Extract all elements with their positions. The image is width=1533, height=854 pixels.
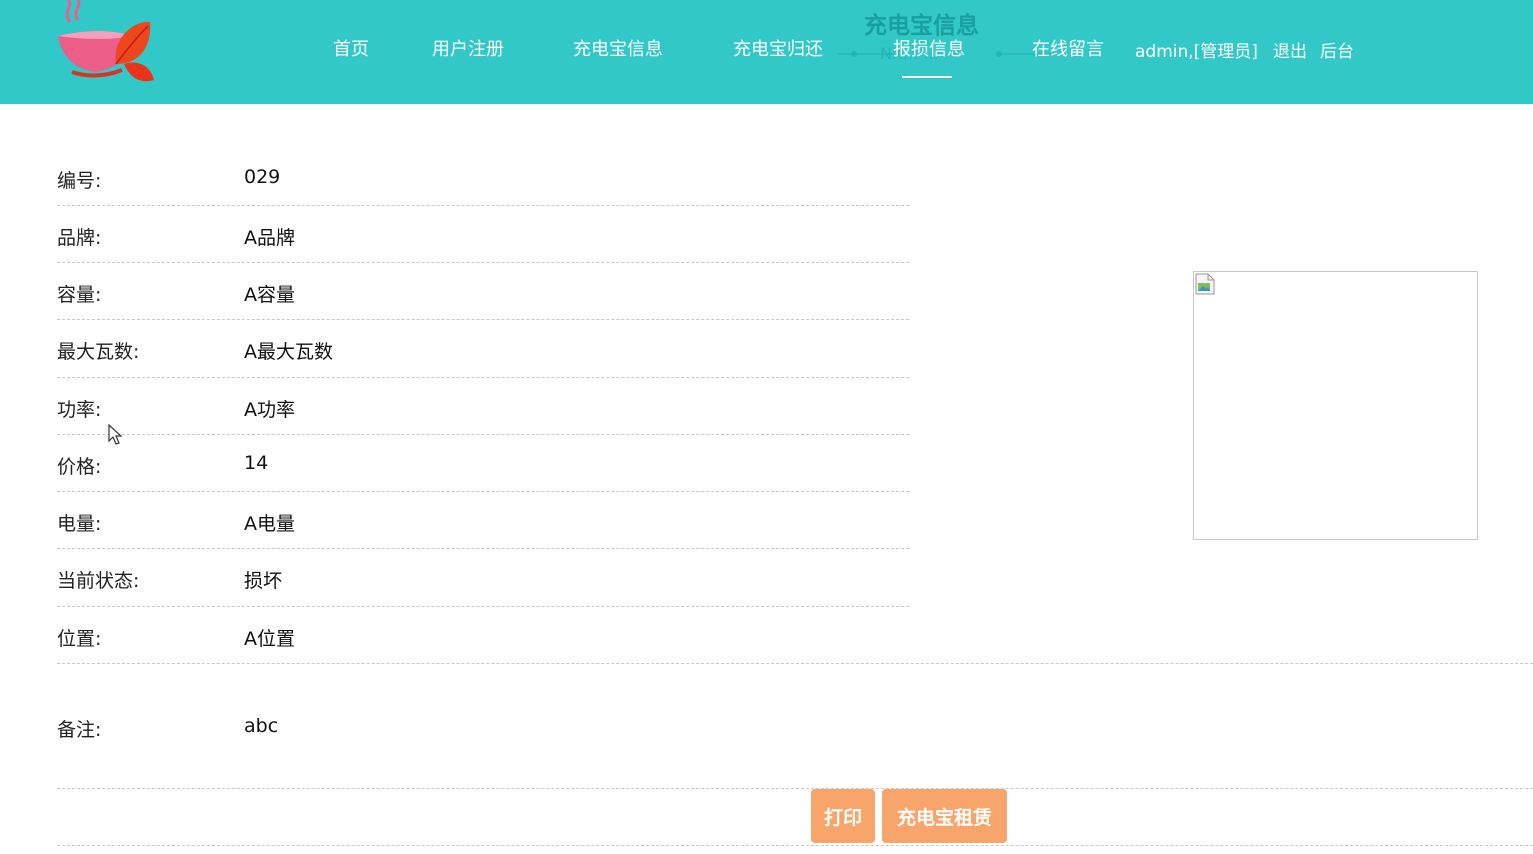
row-divider	[57, 606, 909, 607]
label-id: 编号:	[57, 170, 102, 192]
label-capacity: 容量:	[57, 284, 102, 306]
nav-powerbank-info[interactable]: 充电宝信息	[573, 35, 663, 61]
label-power: 功率:	[57, 399, 102, 421]
nav-online-message[interactable]: 在线留言	[1032, 35, 1104, 61]
ghost-decor-dot	[851, 51, 857, 57]
label-status: 当前状态:	[57, 570, 140, 592]
nav-damage-report[interactable]: 报损信息	[893, 35, 965, 61]
value-brand: A品牌	[244, 227, 295, 249]
broken-image-icon	[1195, 273, 1215, 295]
label-price: 价格:	[57, 456, 102, 478]
row-divider	[57, 377, 909, 378]
row-divider	[57, 434, 909, 435]
value-location: A位置	[244, 628, 295, 650]
top-header: 充电宝信息 NX... ... 首页 用户注册 充电宝信息 充电宝归还 报损信息…	[0, 0, 1533, 104]
logo-teacup-icon[interactable]	[52, 0, 156, 86]
label-max-watt: 最大瓦数:	[57, 341, 140, 363]
label-remark: 备注:	[57, 719, 102, 741]
value-charge: A电量	[244, 513, 295, 535]
value-capacity: A容量	[244, 284, 295, 306]
row-divider	[57, 845, 1533, 846]
product-image	[1193, 271, 1478, 540]
row-divider	[57, 205, 909, 206]
row-divider	[57, 491, 909, 492]
value-price: 14	[244, 452, 269, 474]
value-status: 损坏	[244, 570, 283, 592]
label-brand: 品牌:	[57, 227, 102, 249]
nav-powerbank-return[interactable]: 充电宝归还	[733, 35, 823, 61]
row-divider	[57, 262, 909, 263]
print-button[interactable]: 打印	[811, 789, 875, 843]
ghost-decor-dot	[996, 51, 1002, 57]
admin-backend-link[interactable]: 后台	[1320, 37, 1354, 62]
value-remark: abc	[244, 715, 279, 737]
row-divider	[57, 548, 909, 549]
row-divider	[57, 788, 1533, 789]
row-divider	[57, 319, 909, 320]
nav-user-register[interactable]: 用户注册	[432, 35, 504, 61]
current-user-label[interactable]: admin,[管理员]	[1135, 37, 1258, 62]
rent-powerbank-button[interactable]: 充电宝租赁	[882, 789, 1007, 843]
label-location: 位置:	[57, 628, 102, 650]
value-id: 029	[244, 166, 281, 188]
row-divider	[57, 663, 1533, 664]
value-power: A功率	[244, 399, 295, 421]
label-charge: 电量:	[57, 513, 102, 535]
mouse-cursor-icon	[108, 424, 123, 445]
value-max-watt: A最大瓦数	[244, 341, 333, 363]
logout-link[interactable]: 退出	[1273, 37, 1307, 62]
nav-active-underline	[902, 76, 952, 78]
nav-home[interactable]: 首页	[333, 35, 369, 61]
